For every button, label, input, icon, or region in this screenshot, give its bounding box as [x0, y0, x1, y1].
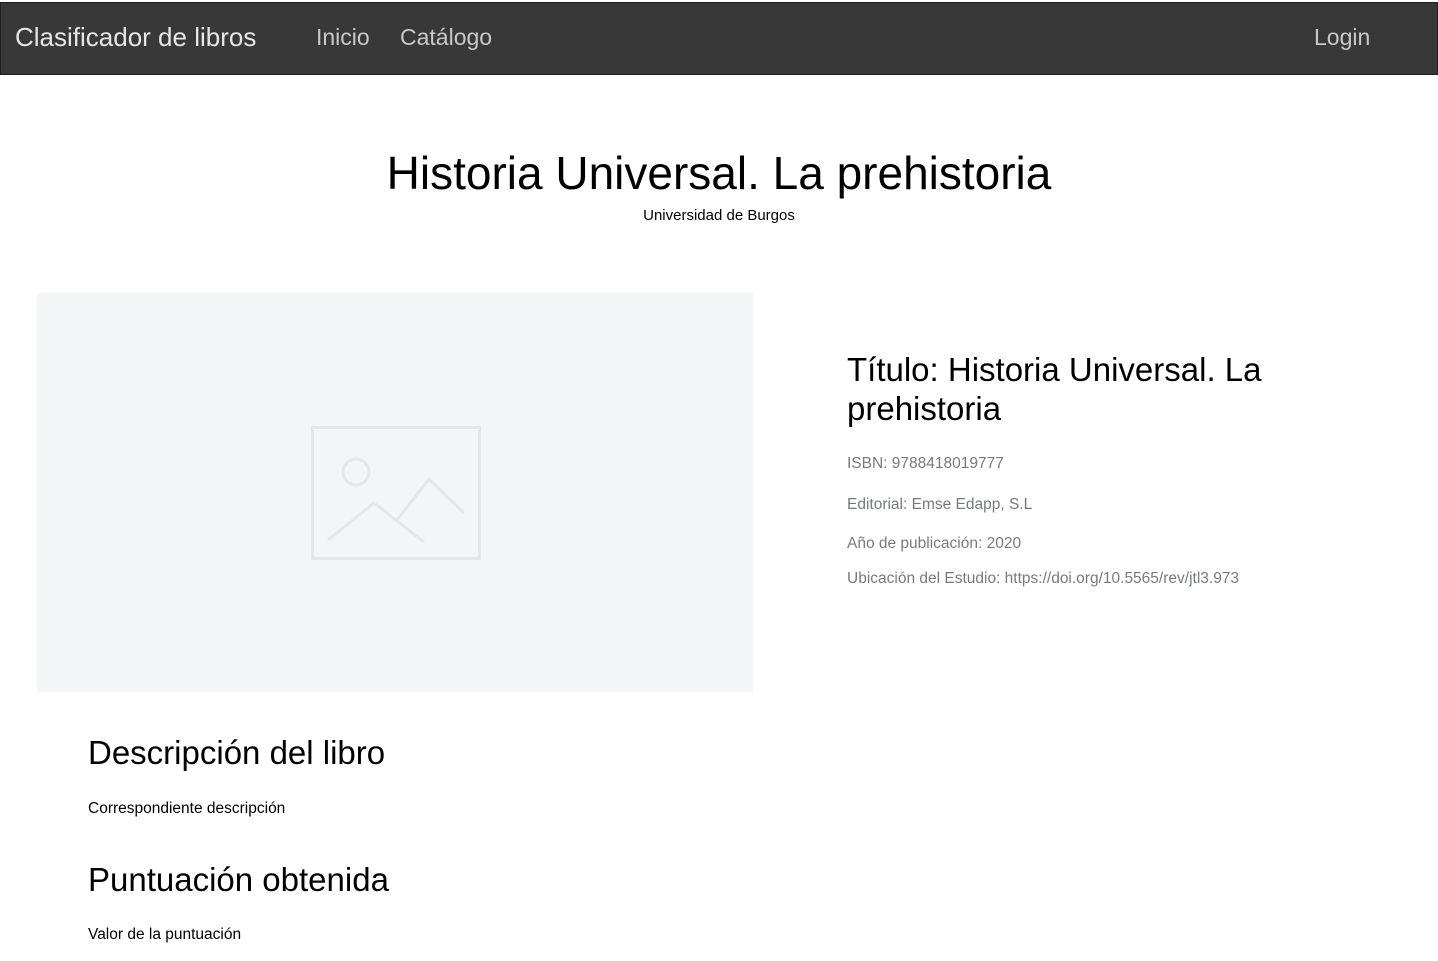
description-text: Correspondiente descripción: [88, 800, 286, 817]
login-link[interactable]: Login: [1314, 24, 1370, 51]
page-subtitle: Universidad de Burgos: [643, 207, 795, 224]
book-title: Título: Historia Universal. La prehistor…: [847, 351, 1262, 427]
top-navbar: Clasificador de libros Inicio Catálogo L…: [0, 2, 1438, 75]
score-text: Valor de la puntuación: [88, 926, 242, 943]
page-title: Historia Universal. La prehistoria: [386, 147, 1052, 199]
book-isbn: ISBN: 9788418019777: [847, 455, 1004, 472]
book-location: Ubicación del Estudio: https://doi.org/1…: [847, 570, 1240, 587]
description-heading: Descripción del libro: [88, 734, 386, 771]
brand-link[interactable]: Clasificador de libros: [15, 22, 256, 53]
book-cover-placeholder: [37, 293, 753, 692]
nav-link-inicio[interactable]: Inicio: [316, 24, 370, 51]
book-editorial: Editorial: Emse Edapp, S.L: [847, 496, 1033, 513]
image-placeholder-icon: [311, 426, 481, 560]
nav-link-catalogo[interactable]: Catálogo: [400, 24, 492, 51]
book-year: Año de publicación: 2020: [847, 535, 1022, 552]
score-heading: Puntuación obtenida: [88, 861, 389, 898]
